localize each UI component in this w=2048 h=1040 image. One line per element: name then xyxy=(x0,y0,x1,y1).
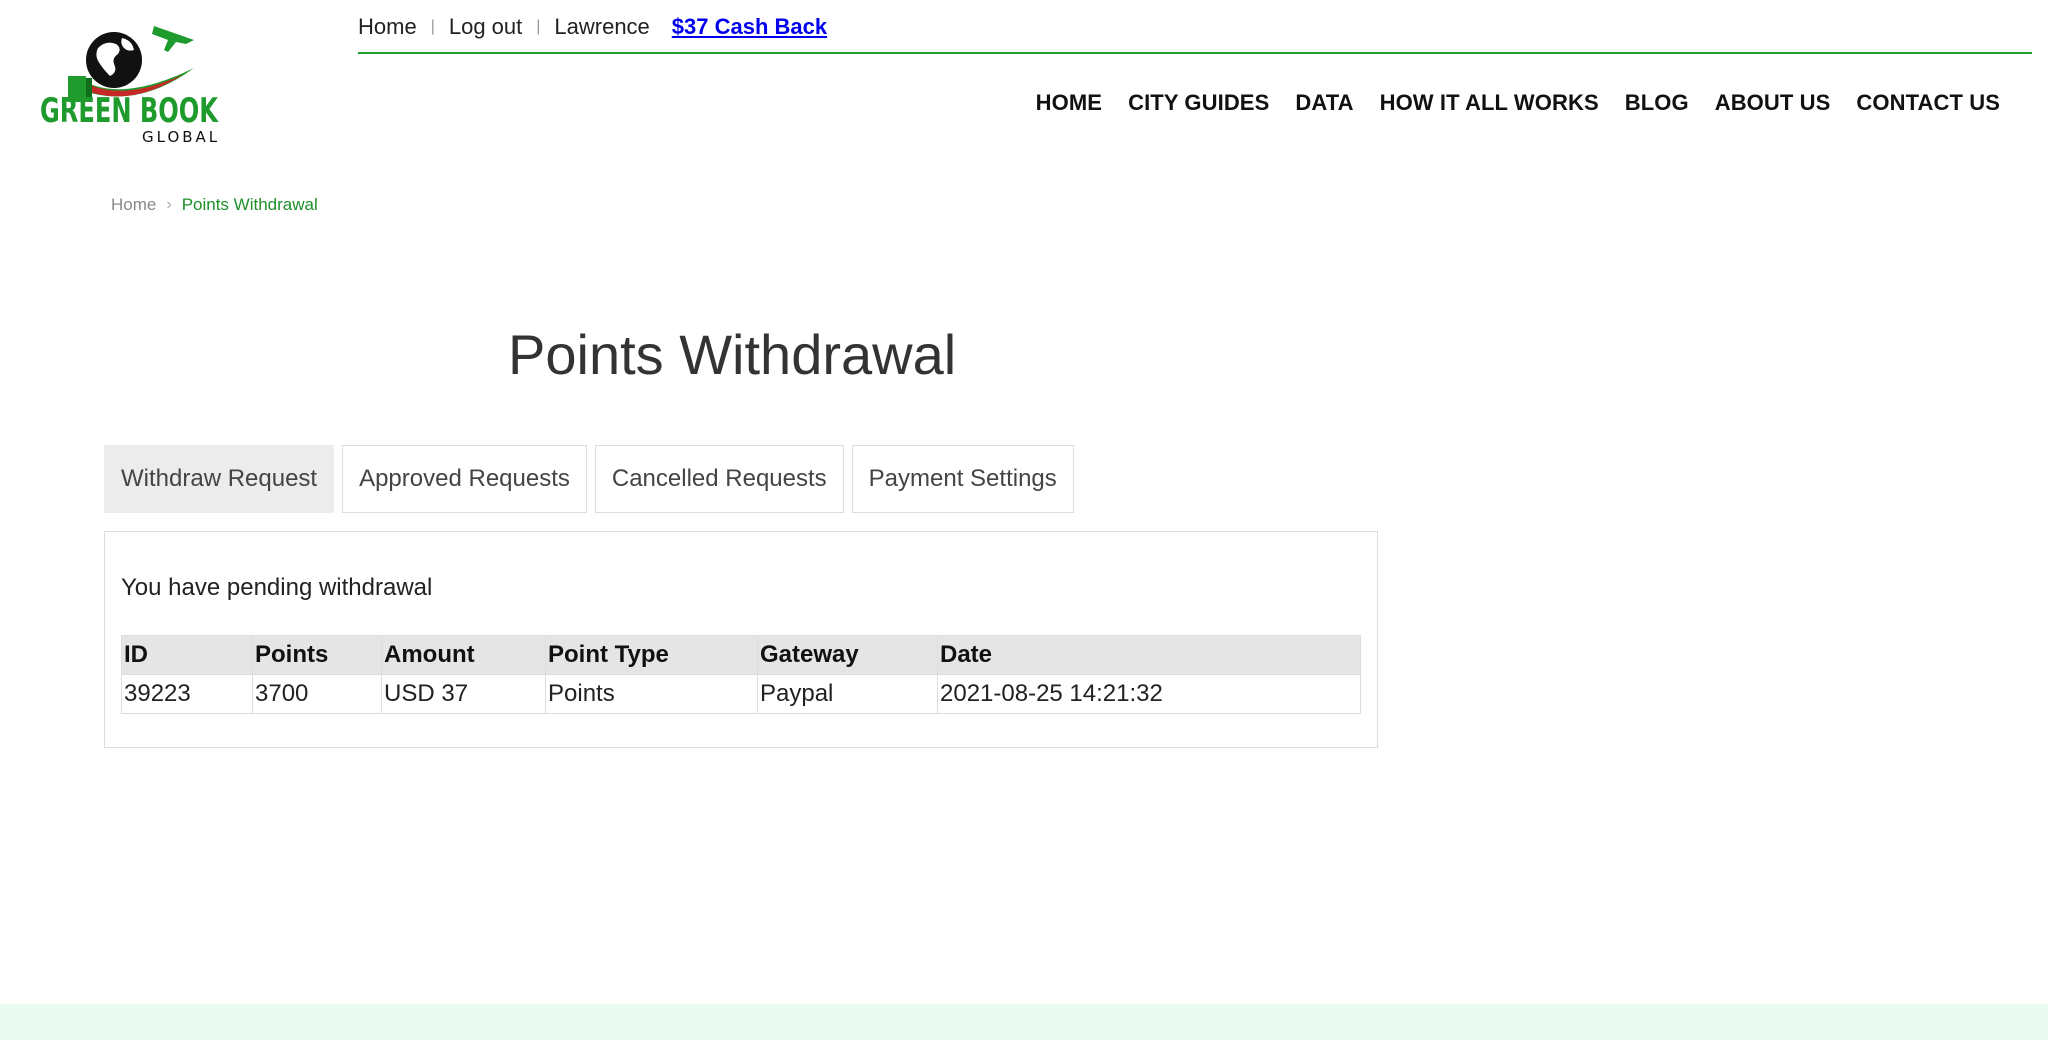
cell-point-type: Points xyxy=(545,674,758,714)
column-header-points: Points xyxy=(252,635,382,675)
nav-blog[interactable]: BLOG xyxy=(1625,90,1689,116)
topbar-separator: | xyxy=(536,18,541,35)
logo-graphic: GREEN BOOK GLOBAL xyxy=(40,26,220,146)
breadcrumb-current: Points Withdrawal xyxy=(181,195,318,214)
page-title: Points Withdrawal xyxy=(508,323,957,386)
column-header-id: ID xyxy=(121,635,253,675)
cell-amount: USD 37 xyxy=(381,674,546,714)
breadcrumb-home-link[interactable]: Home xyxy=(111,195,156,215)
column-header-amount: Amount xyxy=(381,635,546,675)
cell-gateway: Paypal xyxy=(757,674,938,714)
cell-date: 2021-08-25 14:21:32 xyxy=(937,674,1361,714)
tab-approved-requests[interactable]: Approved Requests xyxy=(342,445,587,513)
topbar-home-link[interactable]: Home xyxy=(358,14,417,40)
header-divider xyxy=(358,52,2032,54)
tab-withdraw-request[interactable]: Withdraw Request xyxy=(104,445,335,513)
breadcrumb: Home › Points Withdrawal xyxy=(111,195,318,215)
user-profile-link[interactable]: Lawrence xyxy=(554,14,649,40)
pending-withdrawal-message: You have pending withdrawal xyxy=(121,574,433,601)
green-book-global-logo[interactable]: GREEN BOOK GLOBAL xyxy=(36,14,226,146)
tab-cancelled-requests[interactable]: Cancelled Requests xyxy=(594,445,844,513)
nav-about-us[interactable]: ABOUT US xyxy=(1715,90,1831,116)
topbar-separator: | xyxy=(430,18,435,35)
pending-withdrawals-table: ID Points Amount Point Type Gateway Date… xyxy=(121,635,1361,714)
column-header-date: Date xyxy=(937,635,1361,675)
chevron-right-icon: › xyxy=(166,196,172,213)
nav-contact-us[interactable]: CONTACT US xyxy=(1856,90,2000,116)
nav-how-it-all-works[interactable]: HOW IT ALL WORKS xyxy=(1380,90,1599,116)
table-row: 39223 3700 USD 37 Points Paypal 2021-08-… xyxy=(121,674,1361,714)
main-nav: HOME CITY GUIDES DATA HOW IT ALL WORKS B… xyxy=(1036,90,2000,116)
cell-points: 3700 xyxy=(252,674,382,714)
withdrawal-tabs: Withdraw Request Approved Requests Cance… xyxy=(104,445,1074,513)
withdraw-request-panel: You have pending withdrawal ID Points Am… xyxy=(104,531,1378,748)
nav-home[interactable]: HOME xyxy=(1036,90,1102,116)
logo-text-sub: GLOBAL xyxy=(142,128,220,146)
tab-payment-settings[interactable]: Payment Settings xyxy=(851,445,1074,513)
footer-band xyxy=(0,1004,2048,1040)
column-header-point-type: Point Type xyxy=(545,635,758,675)
nav-city-guides[interactable]: CITY GUIDES xyxy=(1128,90,1269,116)
logo-text-main: GREEN BOOK xyxy=(40,91,219,131)
nav-data[interactable]: DATA xyxy=(1295,90,1353,116)
table-header-row: ID Points Amount Point Type Gateway Date xyxy=(121,635,1361,675)
cashback-link[interactable]: $37 Cash Back xyxy=(672,14,827,40)
cell-id: 39223 xyxy=(121,674,253,714)
utility-bar: Home | Log out | Lawrence $37 Cash Back xyxy=(358,12,827,42)
logout-link[interactable]: Log out xyxy=(449,14,522,40)
column-header-gateway: Gateway xyxy=(757,635,938,675)
